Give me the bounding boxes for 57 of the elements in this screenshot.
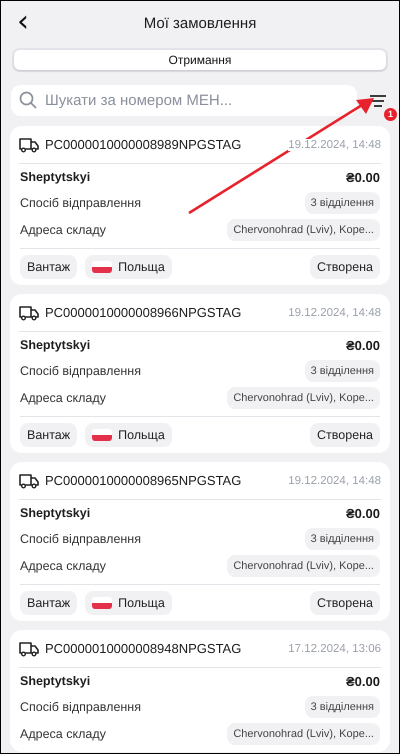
- truck-icon: [19, 640, 39, 656]
- status-tag: Створена: [310, 423, 380, 447]
- recipient-name: Sheptytskyi: [20, 506, 90, 520]
- truck-icon: [19, 472, 39, 488]
- order-date: 19.12.2024, 14:48: [288, 306, 381, 318]
- order-number: PC0000010000008966NPGSTAG: [45, 305, 242, 320]
- order-number: PC0000010000008965NPGSTAG: [45, 473, 242, 488]
- order-card[interactable]: PC0000010000008948NPGSTAG 17.12.2024, 13:06 Sheptytskyi ₴0.00 Спосіб відправлення 3 відділення Адреса складу Chervonohrad (Lviv), Kope...: [10, 630, 390, 752]
- order-amount: ₴0.00: [346, 674, 380, 688]
- search-field[interactable]: Шукати за номером МЕН...: [11, 85, 357, 116]
- segment-tab[interactable]: Отримання: [14, 50, 386, 70]
- field-label: Адреса складу: [20, 222, 106, 236]
- status-tag: Створена: [310, 591, 380, 615]
- cargo-tag: Вантаж: [20, 591, 78, 615]
- country-tag: Польща: [85, 591, 172, 615]
- order-amount: ₴0.00: [346, 338, 380, 352]
- field-label: Спосіб відправлення: [20, 364, 141, 378]
- field-label: Адреса складу: [20, 558, 106, 572]
- field-value: Chervonohrad (Lviv), Kope...: [227, 218, 380, 240]
- order-date: 19.12.2024, 14:48: [288, 138, 381, 150]
- truck-icon: [19, 304, 39, 320]
- cargo-tag: Вантаж: [20, 423, 78, 447]
- flag-icon: [92, 261, 112, 273]
- field-label: Спосіб відправлення: [20, 700, 141, 714]
- order-date: 17.12.2024, 13:06: [288, 642, 381, 654]
- order-amount: ₴0.00: [346, 170, 380, 184]
- order-card[interactable]: PC0000010000008966NPGSTAG 19.12.2024, 14:48 Sheptytskyi ₴0.00 Спосіб відправлення 3 відділення Адреса складу Chervonohrad (Lviv), Kope... Вантаж Польща Створена: [10, 294, 390, 453]
- field-value: Chervonohrad (Lviv), Kope...: [227, 722, 380, 744]
- recipient-name: Sheptytskyi: [20, 170, 90, 184]
- recipient-name: Sheptytskyi: [20, 674, 90, 688]
- filter-badge: 1: [384, 108, 397, 120]
- truck-icon: [19, 136, 39, 152]
- cargo-tag: Вантаж: [20, 255, 78, 279]
- flag-icon: [92, 429, 112, 441]
- field-value: 3 відділення: [304, 528, 380, 550]
- field-value: Chervonohrad (Lviv), Kope...: [227, 554, 380, 576]
- flag-icon: [92, 597, 112, 609]
- field-label: Адреса складу: [20, 390, 106, 404]
- field-label: Спосіб відправлення: [20, 532, 141, 546]
- country-tag: Польща: [85, 255, 172, 279]
- order-date: 19.12.2024, 14:48: [288, 474, 381, 486]
- status-tag: Створена: [310, 255, 380, 279]
- field-value: 3 відділення: [304, 360, 380, 382]
- order-card[interactable]: PC0000010000008965NPGSTAG 19.12.2024, 14:48 Sheptytskyi ₴0.00 Спосіб відправлення 3 відділення Адреса складу Chervonohrad (Lviv), Kope... Вантаж Польща Створена: [10, 462, 390, 621]
- field-value: 3 відділення: [304, 696, 380, 718]
- recipient-name: Sheptytskyi: [20, 338, 90, 352]
- order-amount: ₴0.00: [346, 506, 380, 520]
- country-tag: Польща: [85, 423, 172, 447]
- back-button[interactable]: ‹: [15, 7, 31, 37]
- field-label: Спосіб відправлення: [20, 196, 141, 210]
- field-value: Chervonohrad (Lviv), Kope...: [227, 386, 380, 408]
- order-card[interactable]: PC0000010000008989NPGSTAG 19.12.2024, 14:48 Sheptytskyi ₴0.00 Спосіб відправлення 3 відділення Адреса складу Chervonohrad (Lviv), Kope... Вантаж Польща Створена: [10, 126, 390, 285]
- page-title: Мої замовлення: [144, 14, 256, 32]
- order-number: PC0000010000008948NPGSTAG: [45, 641, 242, 656]
- order-number: PC0000010000008989NPGSTAG: [45, 137, 242, 152]
- field-value: 3 відділення: [304, 192, 380, 214]
- field-label: Адреса складу: [20, 726, 106, 740]
